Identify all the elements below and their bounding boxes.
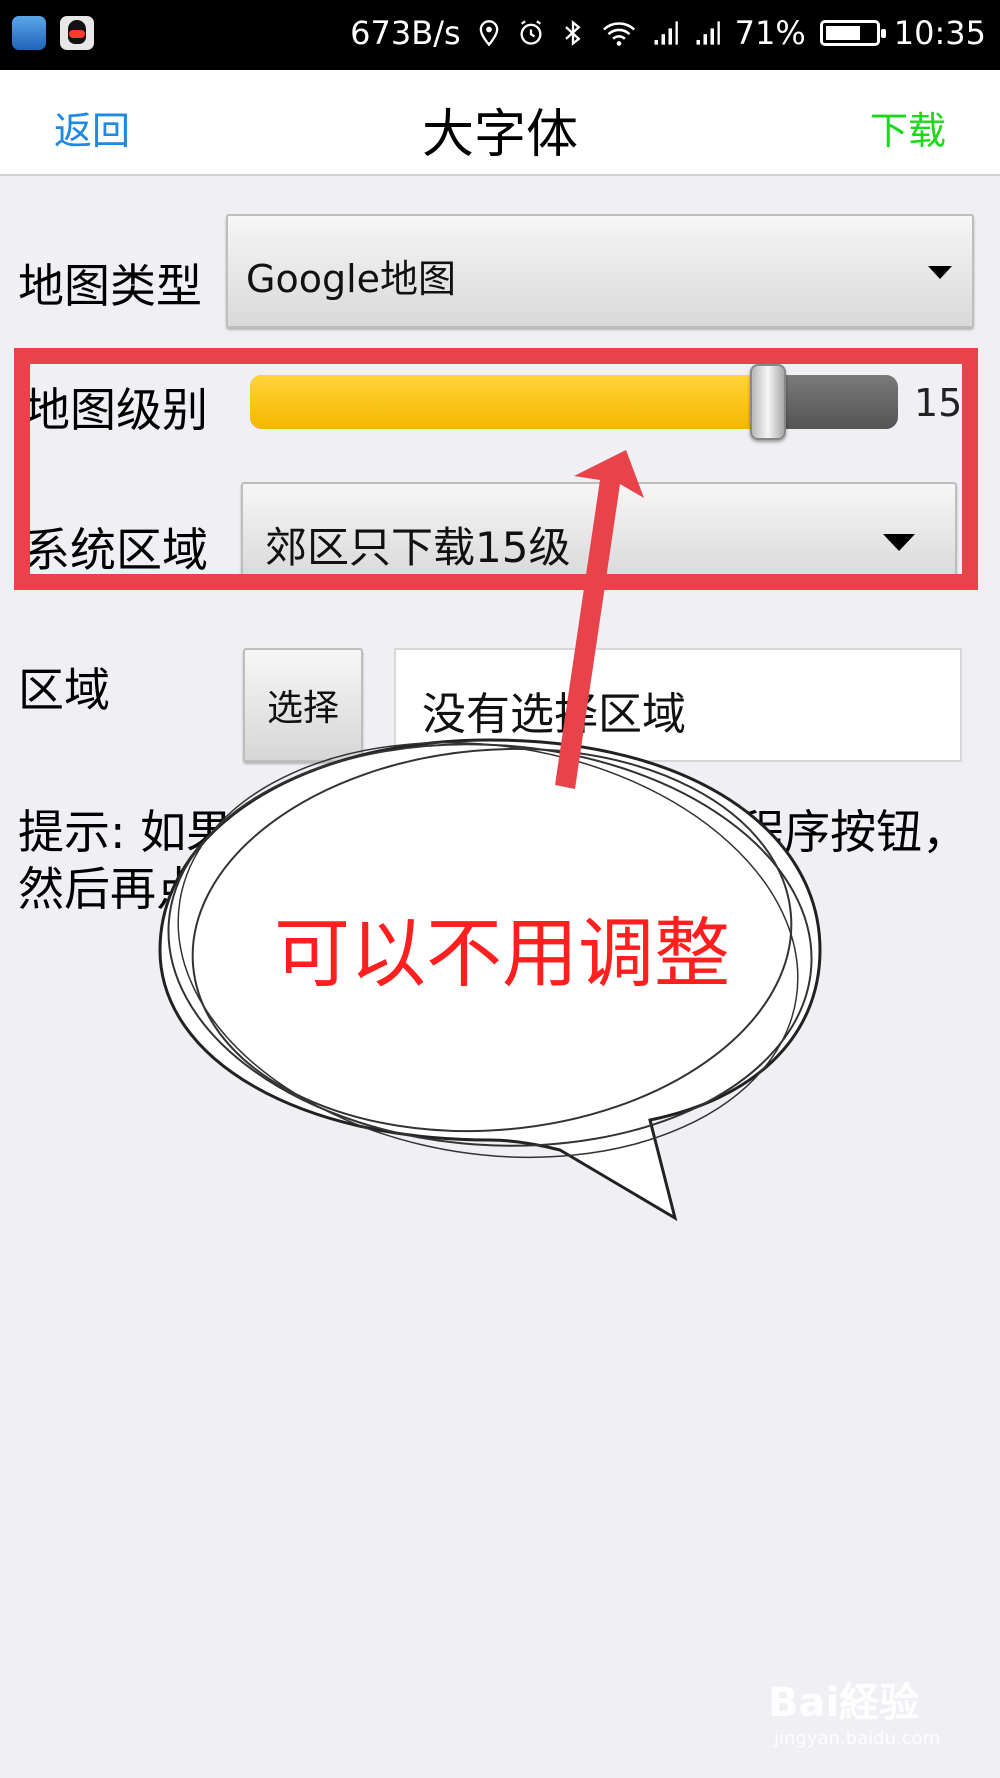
watermark-logo: Bai経验 [768, 1680, 920, 1726]
watermark-url: jingyan.baidu.com [774, 1728, 941, 1749]
watermark: Bai経验 jingyan.baidu.com [768, 1670, 940, 1749]
annotation-text: 可以不用调整 [274, 909, 730, 998]
annotation-overlay [158, 450, 822, 1222]
red-arrow [555, 450, 644, 789]
